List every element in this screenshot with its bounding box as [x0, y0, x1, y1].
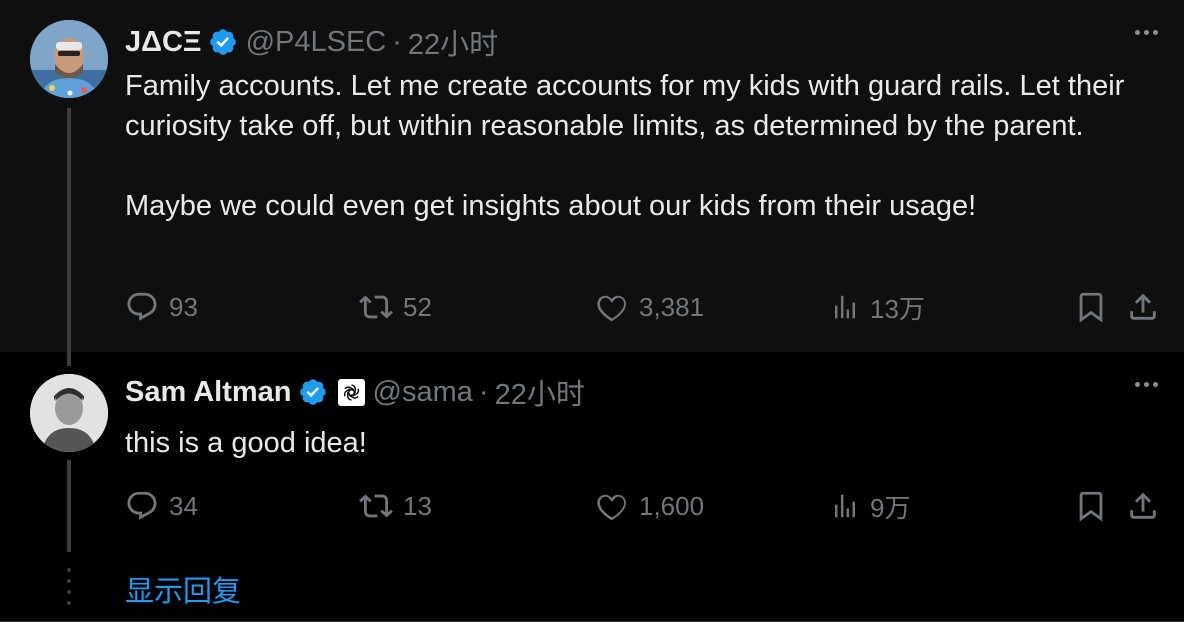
- timestamp[interactable]: 22小时: [408, 21, 498, 63]
- views-button[interactable]: 9万: [830, 488, 910, 524]
- bookmark-icon: [1079, 491, 1103, 522]
- repost-button[interactable]: 52: [359, 289, 432, 325]
- share-button[interactable]: [1126, 488, 1160, 524]
- thread-dots: [67, 568, 71, 605]
- openai-logo-icon[interactable]: [337, 378, 365, 406]
- separator-dot: ·: [392, 25, 402, 58]
- tweet-sama[interactable]: Sam Altman @sama · 22小时 this is a good i…: [0, 352, 1184, 562]
- separator-dot: ·: [478, 375, 489, 408]
- reply-count: 93: [169, 291, 198, 322]
- tweet-text: this is a good idea!: [125, 423, 1145, 463]
- view-count: 13万: [870, 293, 925, 324]
- repost-button[interactable]: 13: [359, 488, 432, 524]
- like-button[interactable]: 1,600: [595, 488, 704, 524]
- share-icon: [1130, 492, 1156, 519]
- share-button[interactable]: [1126, 289, 1160, 325]
- repost-icon: [359, 494, 393, 518]
- tweet-text: Family accounts. Let me create accounts …: [125, 66, 1145, 226]
- avatar[interactable]: [30, 374, 108, 452]
- reply-button[interactable]: 34: [125, 488, 198, 524]
- share-icon: [1130, 293, 1156, 320]
- reply-count: 34: [169, 490, 198, 521]
- avatar-image: [30, 374, 108, 452]
- views-icon: [835, 295, 855, 319]
- verified-badge-icon[interactable]: [298, 377, 328, 407]
- repost-count: 13: [403, 490, 432, 521]
- repost-icon: [359, 295, 393, 319]
- show-replies-link[interactable]: 显示回复: [125, 568, 241, 610]
- show-replies-row[interactable]: 显示回复: [0, 562, 1184, 622]
- bookmark-button[interactable]: [1074, 488, 1108, 524]
- more-icon[interactable]: [1135, 30, 1158, 35]
- like-icon: [597, 494, 626, 521]
- more-icon[interactable]: [1135, 382, 1158, 387]
- like-button[interactable]: 3,381: [595, 289, 704, 325]
- reply-button[interactable]: 93: [125, 289, 198, 325]
- view-count: 9万: [870, 492, 911, 523]
- views-button[interactable]: 13万: [830, 289, 925, 325]
- tweet-header: JΔCΞ @P4LSEC · 22小时: [125, 22, 498, 62]
- views-icon: [835, 494, 855, 518]
- avatar-image: [30, 20, 108, 98]
- tweet-paragraph: this is a good idea!: [125, 427, 367, 459]
- bookmark-icon: [1079, 292, 1103, 323]
- reply-icon: [127, 292, 157, 321]
- tweet-header: Sam Altman @sama · 22小时: [125, 372, 585, 412]
- tweet-actions: 34 13 1,600 9万: [125, 488, 1160, 524]
- author-name[interactable]: JΔCΞ: [125, 26, 202, 59]
- bookmark-button[interactable]: [1074, 289, 1108, 325]
- like-count: 1,600: [639, 490, 705, 521]
- author-handle[interactable]: @P4LSEC: [246, 26, 387, 59]
- like-icon: [597, 295, 626, 322]
- repost-count: 52: [403, 291, 432, 322]
- like-count: 3,381: [639, 291, 705, 322]
- author-handle[interactable]: @sama: [373, 376, 473, 409]
- avatar[interactable]: [30, 20, 108, 98]
- tweet-paragraph: Maybe we could even get insights about o…: [125, 190, 977, 222]
- tweet-paragraph: Family accounts. Let me create accounts …: [125, 70, 1125, 142]
- verified-badge-icon[interactable]: [208, 27, 238, 57]
- author-name[interactable]: Sam Altman: [125, 376, 292, 409]
- thread-connector-line: [67, 460, 71, 552]
- reply-icon: [127, 491, 157, 520]
- tweet-actions: 93 52 3,381 13万: [125, 289, 1160, 325]
- thread-connector-line: [67, 108, 71, 366]
- timestamp[interactable]: 22小时: [495, 371, 585, 413]
- tweet-jace[interactable]: JΔCΞ @P4LSEC · 22小时 Family accounts. Let…: [0, 0, 1184, 352]
